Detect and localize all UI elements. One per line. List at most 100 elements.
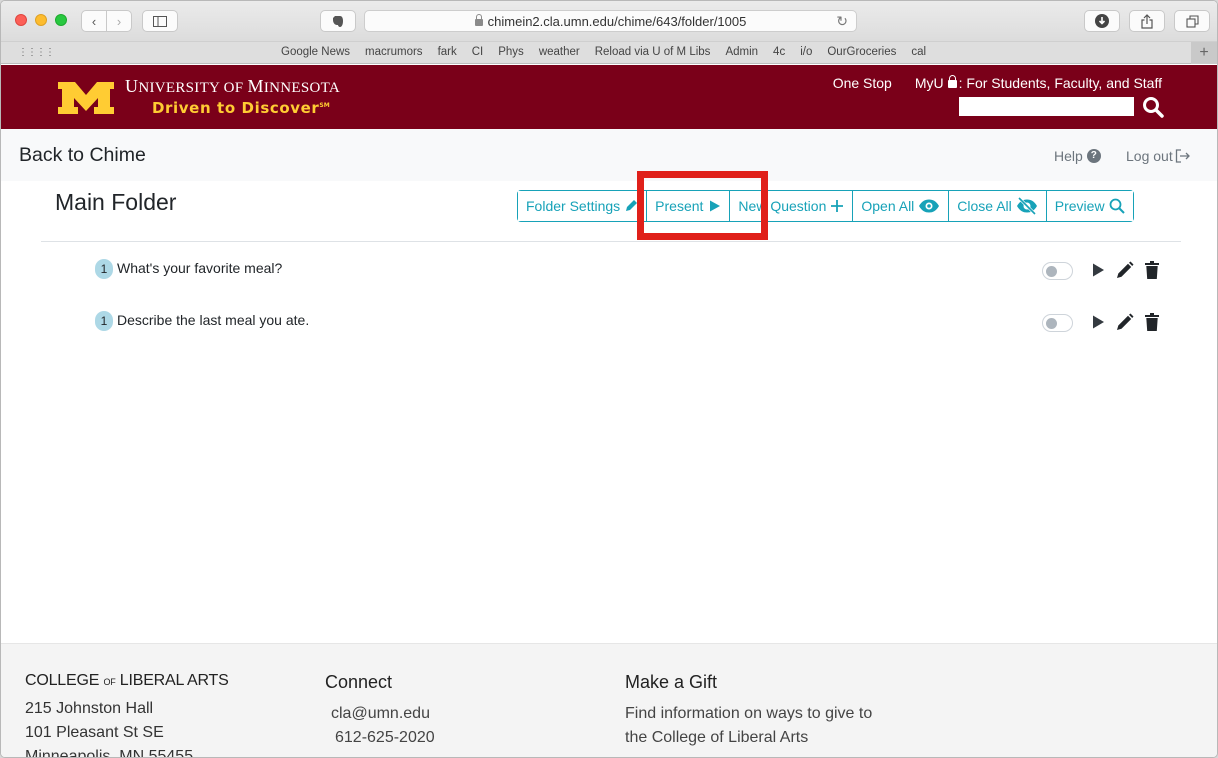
bookmark-list: Google News macrumors fark CI Phys weath… bbox=[281, 46, 941, 58]
trash-icon[interactable] bbox=[1145, 313, 1159, 331]
title-part: INNESOTA bbox=[263, 80, 341, 96]
zoom-window-button[interactable] bbox=[55, 14, 67, 26]
question-count-badge: 1 bbox=[95, 311, 113, 331]
bookmark-phys[interactable]: Phys bbox=[498, 46, 524, 58]
university-name[interactable]: UNIVERSITY OF MINNESOTA bbox=[125, 76, 340, 97]
umn-top-links: One Stop MyU: For Students, Faculty, and… bbox=[833, 75, 1162, 91]
tabs-icon bbox=[1185, 14, 1199, 28]
share-icon bbox=[1141, 13, 1153, 29]
question-open-toggle[interactable] bbox=[1042, 262, 1073, 280]
phone-link[interactable]: 612-625-2020 bbox=[335, 729, 435, 747]
forward-button[interactable]: › bbox=[106, 10, 132, 32]
question-row: 1 What's your favorite meal? bbox=[1, 256, 1217, 286]
wordmark-part: OF bbox=[103, 677, 116, 687]
apps-grid-icon[interactable]: ⋮⋮⋮⋮ bbox=[18, 47, 55, 58]
bookmark-fark[interactable]: fark bbox=[438, 46, 457, 58]
gift-description: the College of Liberal Arts bbox=[625, 729, 809, 746]
reload-icon[interactable]: ↻ bbox=[836, 13, 848, 30]
address-line: Minneapolis, MN 55455 bbox=[25, 748, 194, 758]
pencil-icon[interactable] bbox=[1116, 313, 1134, 331]
sidebar-toggle-button[interactable] bbox=[142, 10, 178, 32]
play-icon[interactable] bbox=[1091, 262, 1105, 278]
download-icon bbox=[1095, 14, 1109, 28]
bookmark-admin[interactable]: Admin bbox=[725, 46, 758, 58]
bookmarks-bar: ⋮⋮⋮⋮ Google News macrumors fark CI Phys … bbox=[1, 41, 1217, 64]
question-open-toggle[interactable] bbox=[1042, 314, 1073, 332]
cla-wordmark[interactable]: COLLEGE OF LIBERAL ARTS bbox=[25, 672, 229, 690]
minimize-window-button[interactable] bbox=[35, 14, 47, 26]
myu-label: MyU bbox=[914, 75, 944, 91]
service-mark: SM bbox=[319, 102, 330, 109]
wordmark-part: LIBERAL ARTS bbox=[115, 672, 229, 689]
site-footer: COLLEGE OF LIBERAL ARTS 215 Johnston Hal… bbox=[1, 643, 1217, 758]
folder-actions: Folder Settings Present New Question Ope… bbox=[517, 190, 1134, 222]
close-window-button[interactable] bbox=[15, 14, 27, 26]
folder-settings-button[interactable]: Folder Settings bbox=[518, 191, 648, 221]
share-button[interactable] bbox=[1129, 10, 1165, 32]
back-button[interactable]: ‹ bbox=[81, 10, 107, 32]
browser-window: ‹ › chimein2.cla.umn.edu/chime/643/folde… bbox=[0, 0, 1218, 758]
back-to-chime-link[interactable]: Back to Chime bbox=[19, 144, 146, 167]
umn-search-input[interactable] bbox=[959, 97, 1134, 116]
lock-icon bbox=[474, 13, 483, 26]
sidebar-icon bbox=[153, 15, 167, 27]
question-text[interactable]: What's your favorite meal? bbox=[117, 260, 282, 276]
bookmark-ourgroceries[interactable]: OurGroceries bbox=[827, 46, 896, 58]
question-text[interactable]: Describe the last meal you ate. bbox=[117, 312, 309, 328]
search-icon[interactable] bbox=[1141, 95, 1165, 119]
lock-icon bbox=[947, 75, 957, 88]
logout-link[interactable]: Log out bbox=[1126, 148, 1191, 164]
question-circle-icon: ? bbox=[1086, 149, 1101, 163]
tagline-text: Driven to Discover bbox=[152, 99, 320, 117]
close-all-button[interactable]: Close All bbox=[949, 191, 1047, 221]
preview-button[interactable]: Preview bbox=[1046, 191, 1133, 221]
myu-link[interactable]: MyU: For Students, Faculty, and Staff bbox=[915, 75, 1162, 91]
pencil-icon[interactable] bbox=[1116, 261, 1134, 279]
browser-toolbar: ‹ › chimein2.cla.umn.edu/chime/643/folde… bbox=[1, 1, 1217, 41]
one-stop-link[interactable]: One Stop bbox=[833, 75, 892, 91]
magnifier-icon bbox=[1109, 198, 1125, 214]
help-link[interactable]: Help ? bbox=[1054, 148, 1101, 164]
eye-icon bbox=[919, 199, 940, 213]
address-bar[interactable]: chimein2.cla.umn.edu/chime/643/folder/10… bbox=[364, 10, 857, 32]
bookmark-4c[interactable]: 4c bbox=[773, 46, 785, 58]
question-row: 1 Describe the last meal you ate. bbox=[1, 308, 1217, 338]
open-all-button[interactable]: Open All bbox=[853, 191, 950, 221]
play-icon[interactable] bbox=[1091, 314, 1105, 330]
make-a-gift-heading[interactable]: Make a Gift bbox=[625, 672, 717, 693]
new-tab-button[interactable]: + bbox=[1191, 42, 1217, 64]
logout-label: Log out bbox=[1126, 148, 1173, 164]
email-link[interactable]: cla@umn.edu bbox=[331, 705, 430, 723]
title-part: NIVERSITY OF bbox=[138, 80, 248, 96]
address-line: 101 Pleasant St SE bbox=[25, 724, 164, 741]
button-label: Preview bbox=[1054, 198, 1105, 214]
bookmark-reload-via-umn-libs[interactable]: Reload via U of M Libs bbox=[595, 46, 711, 58]
url-text: chimein2.cla.umn.edu/chime/643/folder/10… bbox=[487, 13, 747, 29]
evernote-icon bbox=[333, 15, 343, 27]
tagline: Driven to DiscoverSM bbox=[152, 99, 330, 117]
bookmark-ci[interactable]: CI bbox=[472, 46, 484, 58]
divider bbox=[41, 241, 1181, 242]
connect-heading: Connect bbox=[325, 672, 393, 692]
bookmark-google-news[interactable]: Google News bbox=[281, 46, 350, 58]
gift-description: Find information on ways to give to bbox=[625, 705, 873, 722]
bookmark-macrumors[interactable]: macrumors bbox=[365, 46, 423, 58]
app-navbar: Back to Chime Help ? Log out bbox=[1, 129, 1217, 181]
block-m-logo-icon[interactable] bbox=[56, 82, 116, 114]
present-button-highlight bbox=[637, 171, 768, 240]
plus-icon bbox=[831, 200, 844, 212]
bookmark-weather[interactable]: weather bbox=[539, 46, 580, 58]
evernote-extension-button[interactable] bbox=[320, 10, 356, 32]
eye-slash-icon bbox=[1016, 197, 1037, 215]
wordmark-part: COLLEGE bbox=[25, 672, 104, 689]
umn-header: UNIVERSITY OF MINNESOTA Driven to Discov… bbox=[1, 65, 1217, 129]
bookmark-io[interactable]: i/o bbox=[800, 46, 812, 58]
downloads-button[interactable] bbox=[1084, 10, 1120, 32]
bookmark-cal[interactable]: cal bbox=[911, 46, 926, 58]
question-count-badge: 1 bbox=[95, 259, 113, 279]
tabs-overview-button[interactable] bbox=[1174, 10, 1210, 32]
trash-icon[interactable] bbox=[1145, 261, 1159, 279]
title-part: M bbox=[247, 76, 264, 96]
button-label: Folder Settings bbox=[526, 198, 621, 214]
folder-title: Main Folder bbox=[55, 189, 177, 215]
